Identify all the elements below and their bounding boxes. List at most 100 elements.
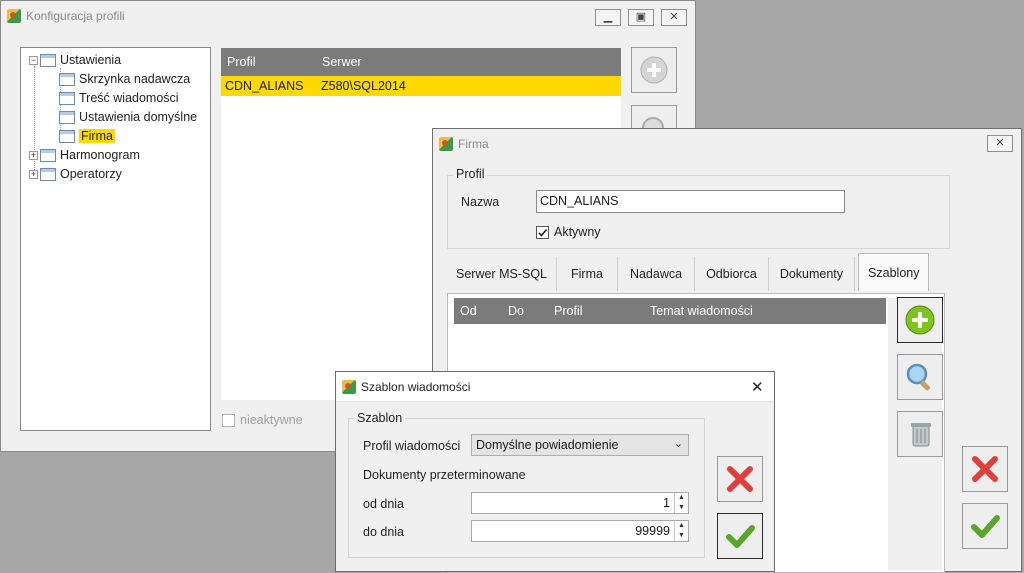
- tree-node-operatorzy[interactable]: + Operatorzy: [29, 165, 122, 183]
- tab-nadawca[interactable]: Nadawca: [618, 257, 696, 291]
- ok-icon: [971, 515, 1000, 538]
- tab-szablony[interactable]: Szablony: [858, 253, 930, 291]
- profile-label: Profil wiadomości: [363, 439, 461, 453]
- collapse-icon[interactable]: −: [29, 55, 38, 65]
- settings-tree: − Ustawienia Skrzynka nadawcza Treść wia…: [20, 47, 211, 431]
- ok-button[interactable]: [717, 513, 763, 559]
- profile-group-label: Profil: [453, 167, 488, 181]
- chevron-down-icon: ⌄: [673, 438, 683, 450]
- preview-template-button[interactable]: [897, 354, 943, 400]
- from-day-stepper[interactable]: 1 ▲ ▼: [471, 492, 689, 514]
- tree-node-skrzynka[interactable]: Skrzynka nadawcza: [59, 70, 190, 88]
- column-header-serwer[interactable]: Serwer: [322, 55, 362, 69]
- szablon-window-title: Szablon wiadomości: [361, 379, 471, 394]
- delete-template-button[interactable]: [897, 411, 943, 457]
- search-icon: [906, 363, 930, 391]
- cancel-icon: [727, 466, 753, 492]
- cancel-icon: [972, 456, 998, 482]
- cell-serwer: Z580\SQL2014: [321, 79, 406, 93]
- ok-icon: [726, 525, 755, 548]
- main-window-title: Konfiguracja profili: [26, 9, 125, 23]
- tab-dokumenty[interactable]: Dokumenty: [769, 257, 856, 291]
- maximize-icon[interactable]: ▣: [628, 9, 654, 26]
- table-row[interactable]: CDN_ALIANS Z580\SQL2014: [221, 76, 621, 96]
- tree-node-label: Harmonogram: [60, 148, 140, 162]
- column-header-od[interactable]: Od: [460, 304, 477, 318]
- template-group-label: Szablon: [354, 411, 406, 425]
- tree-node-firma[interactable]: Firma: [59, 127, 115, 145]
- tree-node-harmonogram[interactable]: + Harmonogram: [29, 146, 140, 164]
- page-icon: [59, 72, 75, 86]
- search-icon: [642, 117, 664, 128]
- ok-button[interactable]: [962, 503, 1008, 549]
- tree-node-tresc[interactable]: Treść wiadomości: [59, 89, 179, 107]
- tree-node-ustawienia[interactable]: − Ustawienia: [29, 51, 121, 69]
- stepper-arrows-icon[interactable]: ▲ ▼: [674, 521, 688, 541]
- column-header-temat[interactable]: Temat wiadomości: [650, 304, 753, 318]
- message-template-dialog: Szablon wiadomości ✕ Szablon Profil wiad…: [335, 371, 775, 572]
- active-checkbox[interactable]: [536, 225, 549, 239]
- grid-header: Profil Serwer: [221, 48, 621, 76]
- tree-node-label: Ustawienia domyślne: [79, 110, 198, 124]
- expand-icon[interactable]: +: [29, 150, 38, 160]
- tree-node-ustawienia-domyslne[interactable]: Ustawienia domyślne: [59, 108, 197, 126]
- add-icon: [640, 56, 668, 84]
- name-label: Nazwa: [461, 195, 500, 209]
- minimize-icon[interactable]: ▁: [595, 9, 621, 26]
- cancel-button[interactable]: [717, 456, 763, 502]
- delete-icon: [911, 423, 931, 447]
- tree-node-label: Treść wiadomości: [79, 91, 179, 105]
- add-template-button[interactable]: [897, 297, 943, 343]
- overdue-label: Dokumenty przeterminowane: [363, 468, 526, 482]
- app-icon: [7, 9, 21, 23]
- stepper-arrows-icon[interactable]: ▲ ▼: [674, 493, 688, 513]
- close-icon[interactable]: ✕: [661, 9, 687, 26]
- from-day-label: od dnia: [363, 497, 405, 511]
- inactive-checkbox[interactable]: [222, 413, 235, 427]
- templates-grid-header: Od Do Profil Temat wiadomości: [454, 298, 886, 324]
- to-day-stepper[interactable]: 99999 ▲ ▼: [471, 520, 689, 542]
- tree-node-label: Ustawienia: [60, 53, 122, 67]
- add-icon: [905, 305, 935, 335]
- add-profile-button[interactable]: [631, 47, 677, 93]
- tab-firma[interactable]: Firma: [557, 257, 618, 291]
- search-profile-button[interactable]: [631, 105, 677, 129]
- tab-odbiorca[interactable]: Odbiorca: [695, 257, 769, 291]
- main-titlebar: Konfiguracja profili ▁ ▣ ✕: [1, 1, 695, 31]
- firma-window-title: Firma: [458, 137, 489, 151]
- szablon-titlebar: Szablon wiadomości ✕: [336, 372, 774, 402]
- to-day-label: do dnia: [363, 525, 405, 539]
- inactive-filter[interactable]: nieaktywne: [222, 413, 303, 427]
- profile-select[interactable]: Domyślne powiadomienie ⌄: [471, 434, 689, 456]
- close-icon[interactable]: ✕: [987, 135, 1013, 152]
- page-icon: [59, 110, 75, 124]
- firma-titlebar: Firma ✕: [433, 129, 1021, 159]
- column-header-do[interactable]: Do: [508, 304, 524, 318]
- tree-node-label-selected: Firma: [79, 129, 115, 143]
- cancel-button[interactable]: [962, 446, 1008, 492]
- name-field[interactable]: CDN_ALIANS: [536, 190, 845, 213]
- tab-serwer-ms-sql[interactable]: Serwer MS-SQL: [447, 257, 557, 291]
- folder-icon: [40, 53, 56, 67]
- tree-node-label: Skrzynka nadawcza: [79, 72, 191, 86]
- app-icon: [342, 379, 356, 394]
- firma-tabs: Serwer MS-SQL Firma Nadawca Odbiorca Dok…: [447, 253, 930, 291]
- from-day-value: 1: [663, 496, 670, 510]
- active-toggle[interactable]: Aktywny: [536, 225, 601, 239]
- folder-icon: [40, 167, 56, 181]
- cell-profil: CDN_ALIANS: [225, 79, 304, 93]
- page-icon: [59, 91, 75, 105]
- close-icon[interactable]: ✕: [751, 378, 764, 396]
- checkmark-icon: [538, 228, 548, 237]
- folder-icon: [40, 148, 56, 162]
- active-label: Aktywny: [554, 225, 601, 239]
- expand-icon[interactable]: +: [29, 169, 38, 179]
- tree-node-label: Operatorzy: [60, 167, 122, 181]
- column-header-profil[interactable]: Profil: [554, 304, 582, 318]
- edit-page-icon: [59, 129, 75, 143]
- column-header-profil[interactable]: Profil: [227, 55, 255, 69]
- profile-select-value: Domyślne powiadomienie: [476, 438, 619, 452]
- app-icon: [439, 137, 453, 151]
- inactive-label: nieaktywne: [240, 413, 303, 427]
- to-day-value: 99999: [635, 524, 670, 538]
